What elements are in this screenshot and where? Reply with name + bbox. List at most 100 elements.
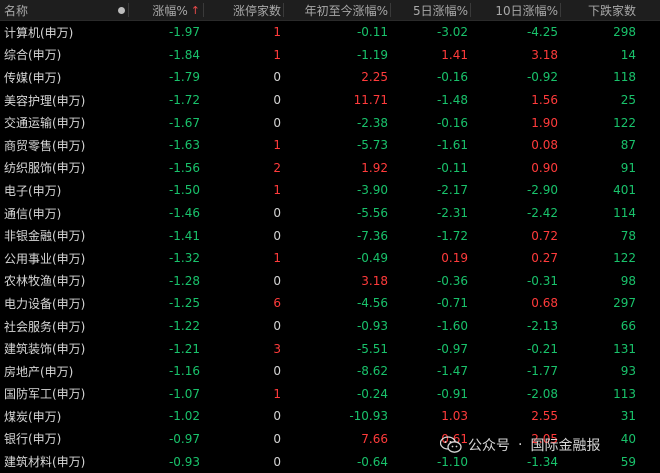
- cell-10d: -0.92: [526, 70, 558, 85]
- cell-name[interactable]: 国防军工(申万): [4, 383, 114, 406]
- cell-down: 66: [620, 319, 636, 334]
- table-header: 名称 涨幅% ↑ 涨停家数 年初至今涨幅% 5日涨幅% 10日涨幅% 下跌家数: [0, 0, 660, 21]
- cell-chg: -1.50: [168, 183, 200, 198]
- cell-chg: -1.56: [168, 160, 200, 175]
- cell-10d: -2.90: [526, 183, 558, 198]
- cell-10d: -0.31: [526, 273, 558, 288]
- cell-ytd: 7.66: [361, 431, 388, 446]
- cell-ytd: -8.62: [356, 364, 388, 379]
- table-row[interactable]: 国防军工(申万) -1.07 1 -0.24 -0.91 -2.08 113: [0, 383, 660, 406]
- cell-ytd: 2.25: [361, 70, 388, 85]
- cell-10d: -2.08: [526, 386, 558, 401]
- cell-down: 298: [613, 25, 636, 40]
- table-row[interactable]: 公用事业(申万) -1.32 1 -0.49 0.19 0.27 122: [0, 247, 660, 270]
- cell-limit-up: 1: [273, 25, 281, 40]
- table-row[interactable]: 电力设备(申万) -1.25 6 -4.56 -0.71 0.68 297: [0, 292, 660, 315]
- wechat-icon: [440, 436, 462, 453]
- table-row[interactable]: 农林牧渔(申万) -1.28 0 3.18 -0.36 -0.31 98: [0, 270, 660, 293]
- table-row[interactable]: 建筑装饰(申万) -1.21 3 -5.51 -0.97 -0.21 131: [0, 337, 660, 360]
- cell-name[interactable]: 农林牧渔(申万): [4, 270, 114, 293]
- cell-limit-up: 0: [273, 228, 281, 243]
- cell-name[interactable]: 非银金融(申万): [4, 224, 114, 247]
- cell-10d: -0.21: [526, 341, 558, 356]
- header-divider: [390, 3, 391, 17]
- col-header-limit-up[interactable]: 涨停家数: [205, 0, 281, 20]
- cell-down: 122: [613, 115, 636, 130]
- cell-name[interactable]: 纺织服饰(申万): [4, 157, 114, 180]
- cell-chg: -0.93: [168, 454, 200, 469]
- cell-5d: -1.47: [436, 364, 468, 379]
- cell-name[interactable]: 计算机(申万): [4, 21, 114, 44]
- table-row[interactable]: 美容护理(申万) -1.72 0 11.71 -1.48 1.56 25: [0, 89, 660, 112]
- cell-ytd: -7.36: [356, 228, 388, 243]
- table-row[interactable]: 通信(申万) -1.46 0 -5.56 -2.31 -2.42 114: [0, 202, 660, 225]
- cell-chg: -1.02: [168, 409, 200, 424]
- cell-name[interactable]: 房地产(申万): [4, 360, 114, 383]
- cell-name[interactable]: 建筑材料(申万): [4, 450, 114, 473]
- col-header-down[interactable]: 下跌家数: [562, 0, 636, 20]
- cell-ytd: -5.56: [356, 206, 388, 221]
- cell-down: 78: [620, 228, 636, 243]
- cell-limit-up: 1: [273, 251, 281, 266]
- cell-name[interactable]: 交通运输(申万): [4, 111, 114, 134]
- cell-limit-up: 0: [273, 70, 281, 85]
- cell-name[interactable]: 建筑装饰(申万): [4, 337, 114, 360]
- table-body: 计算机(申万) -1.97 1 -0.11 -3.02 -4.25 298 综合(申万) -1.…: [0, 21, 660, 473]
- cell-name[interactable]: 银行(申万): [4, 428, 114, 451]
- col-header-ytd[interactable]: 年初至今涨幅%: [284, 0, 388, 20]
- cell-down: 98: [620, 273, 636, 288]
- col-header-5d[interactable]: 5日涨幅%: [392, 0, 468, 20]
- header-divider: [560, 3, 561, 17]
- cell-name[interactable]: 电力设备(申万): [4, 292, 114, 315]
- cell-ytd: -4.56: [356, 296, 388, 311]
- table-row[interactable]: 传媒(申万) -1.79 0 2.25 -0.16 -0.92 118: [0, 66, 660, 89]
- table-row[interactable]: 计算机(申万) -1.97 1 -0.11 -3.02 -4.25 298: [0, 21, 660, 44]
- cell-10d: 3.18: [531, 47, 558, 62]
- cell-10d: 0.08: [531, 138, 558, 153]
- cell-limit-up: 0: [273, 93, 281, 108]
- cell-ytd: -0.64: [356, 454, 388, 469]
- cell-limit-up: 2: [273, 160, 281, 175]
- col-header-name[interactable]: 名称: [4, 0, 114, 20]
- cell-5d: -0.91: [436, 386, 468, 401]
- cell-5d: -0.11: [436, 160, 468, 175]
- table-row[interactable]: 电子(申万) -1.50 1 -3.90 -2.17 -2.90 401: [0, 179, 660, 202]
- cell-5d: -1.48: [436, 93, 468, 108]
- col-header-10d[interactable]: 10日涨幅%: [472, 0, 558, 20]
- cell-chg: -1.72: [168, 93, 200, 108]
- table-row[interactable]: 商贸零售(申万) -1.63 1 -5.73 -1.61 0.08 87: [0, 134, 660, 157]
- cell-limit-up: 0: [273, 431, 281, 446]
- table-row[interactable]: 交通运输(申万) -1.67 0 -2.38 -0.16 1.90 122: [0, 111, 660, 134]
- col-header-name-label: 名称: [4, 3, 29, 18]
- cell-5d: -3.02: [436, 25, 468, 40]
- cell-name[interactable]: 传媒(申万): [4, 66, 114, 89]
- cell-name[interactable]: 公用事业(申万): [4, 247, 114, 270]
- cell-name[interactable]: 美容护理(申万): [4, 89, 114, 112]
- table-row[interactable]: 房地产(申万) -1.16 0 -8.62 -1.47 -1.77 93: [0, 360, 660, 383]
- cell-name[interactable]: 通信(申万): [4, 202, 114, 225]
- cell-10d: -1.77: [526, 364, 558, 379]
- cell-limit-up: 0: [273, 319, 281, 334]
- cell-name[interactable]: 煤炭(申万): [4, 405, 114, 428]
- cell-name[interactable]: 社会服务(申万): [4, 315, 114, 338]
- cell-name[interactable]: 综合(申万): [4, 44, 114, 67]
- cell-ytd: -5.73: [356, 138, 388, 153]
- cell-10d: -2.13: [526, 319, 558, 334]
- cell-name[interactable]: 商贸零售(申万): [4, 134, 114, 157]
- cell-name[interactable]: 电子(申万): [4, 179, 114, 202]
- settings-dot-icon[interactable]: [114, 0, 128, 20]
- cell-ytd: 11.71: [353, 93, 388, 108]
- table-row[interactable]: 纺织服饰(申万) -1.56 2 1.92 -0.11 0.90 91: [0, 157, 660, 180]
- table-row[interactable]: 社会服务(申万) -1.22 0 -0.93 -1.60 -2.13 66: [0, 315, 660, 338]
- cell-5d: -1.60: [436, 319, 468, 334]
- cell-down: 401: [613, 183, 636, 198]
- table-row[interactable]: 煤炭(申万) -1.02 0 -10.93 1.03 2.55 31: [0, 405, 660, 428]
- header-divider: [128, 3, 129, 17]
- table-row[interactable]: 综合(申万) -1.84 1 -1.19 1.41 3.18 14: [0, 44, 660, 67]
- col-header-chg[interactable]: 涨幅% ↑: [130, 0, 200, 20]
- cell-limit-up: 0: [273, 115, 281, 130]
- cell-down: 113: [613, 386, 636, 401]
- table-row[interactable]: 非银金融(申万) -1.41 0 -7.36 -1.72 0.72 78: [0, 224, 660, 247]
- cell-ytd: -2.38: [356, 115, 388, 130]
- cell-ytd: 3.18: [361, 273, 388, 288]
